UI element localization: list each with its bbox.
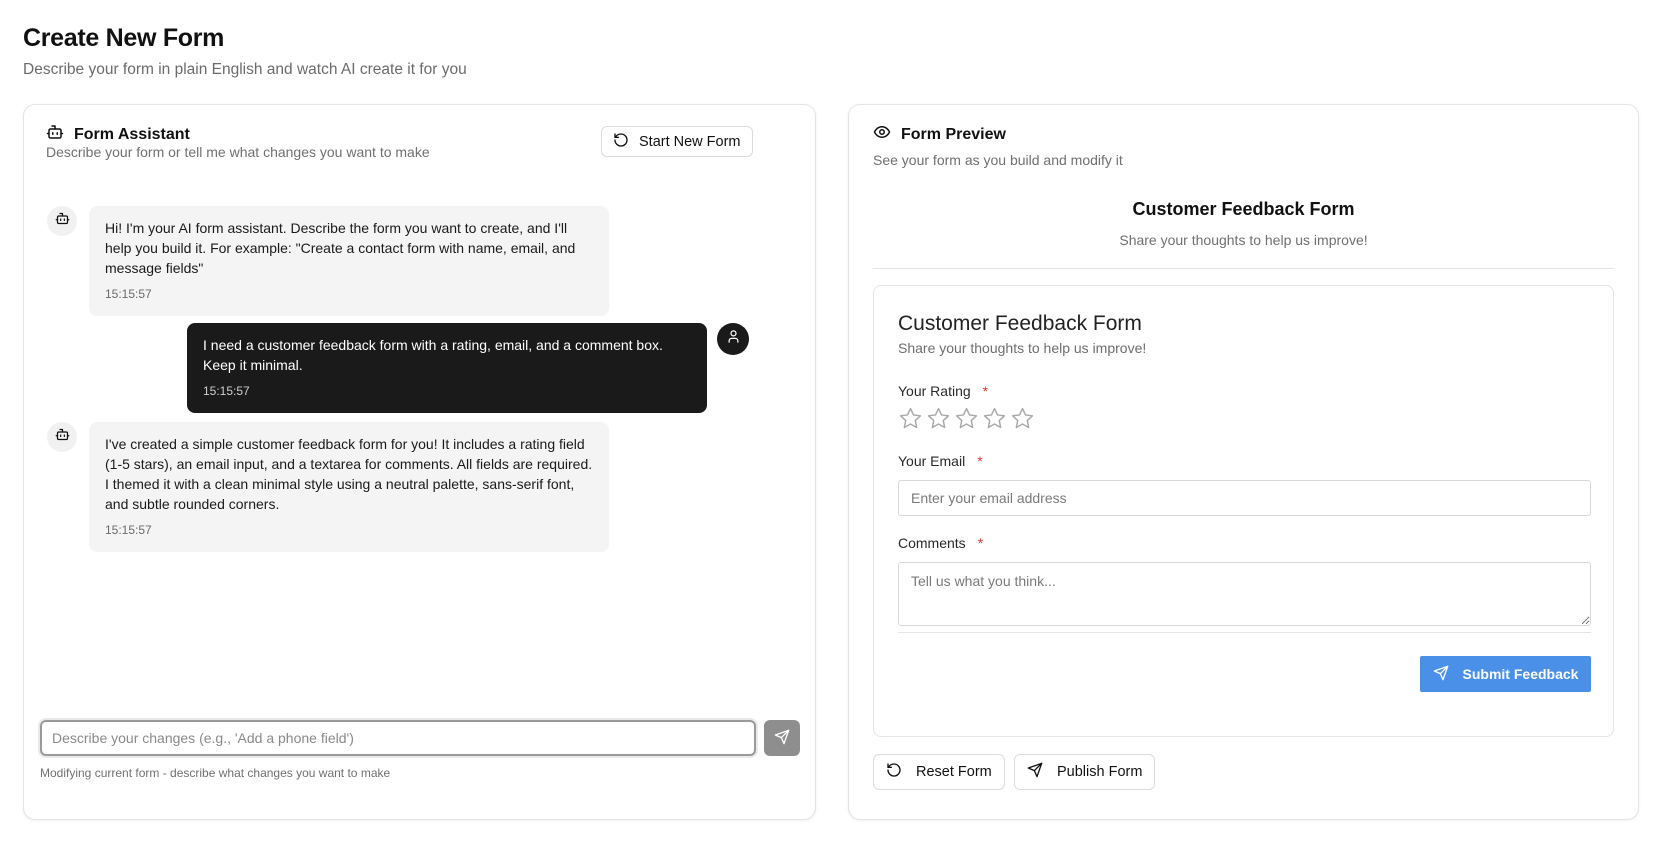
comments-label: Comments * <box>898 535 983 551</box>
bot-icon <box>46 123 64 146</box>
divider <box>898 632 1591 633</box>
assistant-subtitle: Describe your form or tell me what chang… <box>46 144 430 160</box>
form-card: Customer Feedback Form Share your though… <box>873 285 1614 737</box>
bot-icon <box>55 427 70 447</box>
start-new-form-button[interactable]: Start New Form <box>601 126 753 157</box>
star-icon[interactable] <box>982 406 1007 431</box>
message-text: I need a customer feedback form with a r… <box>203 337 663 373</box>
message-text: Hi! I'm your AI form assistant. Describe… <box>105 220 576 276</box>
form-card-subtitle: Share your thoughts to help us improve! <box>898 340 1147 356</box>
form-preview-panel: Form Preview See your form as you build … <box>848 104 1639 820</box>
comments-textarea[interactable] <box>898 562 1591 626</box>
page-title: Create New Form <box>23 24 225 52</box>
submit-feedback-button[interactable]: Submit Feedback <box>1420 656 1591 692</box>
refresh-icon <box>886 762 902 782</box>
message-time: 15:15:57 <box>105 287 152 301</box>
rating-stars[interactable] <box>898 406 1035 431</box>
email-field[interactable] <box>898 480 1591 516</box>
star-icon[interactable] <box>954 406 979 431</box>
submit-feedback-label: Submit Feedback <box>1462 666 1579 682</box>
email-label-text: Your Email <box>898 453 966 469</box>
form-assistant-panel: Form Assistant Describe your form or tel… <box>23 104 816 820</box>
required-mark: * <box>982 383 989 399</box>
user-icon <box>726 329 741 349</box>
preview-header: Form Preview <box>873 123 1006 146</box>
form-card-title: Customer Feedback Form <box>898 312 1142 335</box>
assistant-header: Form Assistant <box>46 123 190 146</box>
chat-message-bot: I've created a simple customer feedback … <box>89 422 609 552</box>
bot-avatar <box>47 206 77 236</box>
start-new-form-label: Start New Form <box>639 133 741 150</box>
send-icon <box>1433 665 1449 684</box>
bot-avatar <box>47 422 77 452</box>
send-icon <box>774 729 790 748</box>
form-title: Customer Feedback Form <box>1132 199 1355 219</box>
publish-form-button[interactable]: Publish Form <box>1014 754 1156 790</box>
user-avatar <box>717 323 749 355</box>
bot-icon <box>55 211 70 231</box>
divider <box>873 268 1614 269</box>
send-icon <box>1027 762 1043 782</box>
refresh-icon <box>613 132 629 152</box>
page-header: Create New Form Describe your form in pl… <box>23 24 467 79</box>
page-subtitle: Describe your form in plain English and … <box>23 61 467 78</box>
send-button[interactable] <box>764 720 800 756</box>
chat-message-user: I need a customer feedback form with a r… <box>187 323 707 413</box>
chat-message-bot: Hi! I'm your AI form assistant. Describe… <box>89 206 609 316</box>
required-mark: * <box>977 535 984 551</box>
required-mark: * <box>977 453 983 469</box>
star-icon[interactable] <box>1010 406 1035 431</box>
message-time: 15:15:57 <box>105 523 152 537</box>
message-text: I've created a simple customer feedback … <box>105 436 593 512</box>
preview-subtitle: See your form as you build and modify it <box>873 152 1123 168</box>
assistant-title: Form Assistant <box>74 125 190 143</box>
publish-form-label: Publish Form <box>1057 764 1143 780</box>
reset-form-button[interactable]: Reset Form <box>873 754 1005 790</box>
rating-label: Your Rating * <box>898 383 988 399</box>
chat-input[interactable] <box>40 720 756 756</box>
form-subtitle: Share your thoughts to help us improve! <box>1119 232 1368 248</box>
email-label: Your Email * <box>898 453 983 469</box>
message-time: 15:15:57 <box>203 384 250 398</box>
reset-form-label: Reset Form <box>916 764 992 780</box>
star-icon[interactable] <box>926 406 951 431</box>
rating-label-text: Your Rating <box>898 383 971 399</box>
comments-label-text: Comments <box>898 535 966 551</box>
eye-icon <box>873 123 891 146</box>
preview-title: Form Preview <box>901 125 1006 143</box>
star-icon[interactable] <box>898 406 923 431</box>
input-hint: Modifying current form - describe what c… <box>40 766 391 780</box>
